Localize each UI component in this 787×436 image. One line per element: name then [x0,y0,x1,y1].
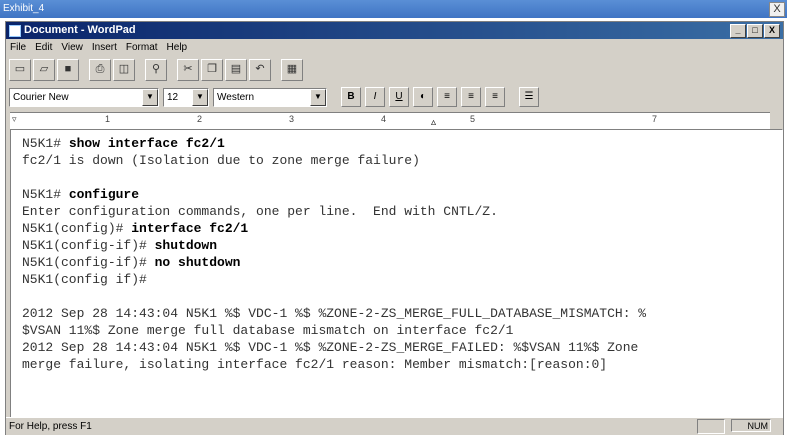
minimize-button[interactable]: _ [730,24,746,38]
underline-button[interactable]: U [389,87,409,107]
document-line: N5K1# show interface fc2/1 [22,136,225,151]
document-line: N5K1(config-if)# no shutdown [22,255,241,270]
menu-view[interactable]: View [61,40,83,56]
menu-help[interactable]: Help [167,40,188,56]
print-preview-icon[interactable]: ◫ [113,59,135,81]
document-line: merge failure, isolating interface fc2/1… [22,357,608,372]
document-line: 2012 Sep 28 14:43:04 N5K1 %$ VDC-1 %$ %Z… [22,340,639,355]
maximize-button[interactable]: □ [747,24,763,38]
ruler-mark: 1 [105,114,111,124]
status-pane [697,419,725,434]
script-select[interactable]: Western ▼ [213,87,327,107]
chevron-down-icon[interactable]: ▼ [142,88,158,106]
ruler-mark: 2 [197,114,203,124]
color-icon[interactable]: ◐ [413,87,433,107]
document-line: fc2/1 is down (Isolation due to zone mer… [22,153,420,168]
outer-window-titlebar: Exhibit_4 X [0,0,787,18]
size-value: 12 [167,91,179,103]
date-time-icon[interactable]: ▦ [281,59,303,81]
chevron-down-icon[interactable]: ▼ [310,88,326,106]
undo-icon[interactable]: ↶ [249,59,271,81]
menu-insert[interactable]: Insert [92,40,117,56]
paste-icon[interactable]: ▤ [225,59,247,81]
find-icon[interactable]: ⚲ [145,59,167,81]
align-right-icon[interactable]: ≡ [485,87,505,107]
indent-marker-icon[interactable]: ▿ [12,114,17,125]
status-text: For Help, press F1 [9,421,92,432]
menu-file[interactable]: File [10,40,26,56]
ruler-mark: 3 [289,114,295,124]
document-line: Enter configuration commands, one per li… [22,204,498,219]
font-value: Courier New [13,91,69,103]
menu-edit[interactable]: Edit [35,40,52,56]
document-line: N5K1(config if)# [22,272,147,287]
new-document-icon[interactable]: ▭ [9,59,31,81]
status-bar: For Help, press F1 NUM [6,417,783,435]
ruler[interactable]: ▿ 1 2 3 4 5 ▵ 7 [10,112,770,130]
num-lock-indicator: NUM [731,419,771,432]
outer-window-title: Exhibit_4 [3,3,45,14]
ruler-mark: 7 [652,114,658,124]
print-icon[interactable]: ⎙ [89,59,111,81]
document-line: 2012 Sep 28 14:43:04 N5K1 %$ VDC-1 %$ %Z… [22,306,647,321]
app-titlebar: Document - WordPad _ □ X [6,22,783,39]
copy-icon[interactable]: ❐ [201,59,223,81]
bold-button[interactable]: B [341,87,361,107]
align-center-icon[interactable]: ≡ [461,87,481,107]
bullets-icon[interactable]: ☰ [519,87,539,107]
outer-close-button[interactable]: X [769,2,785,17]
app-title: Document - WordPad [24,24,136,36]
ruler-mark: 5 [470,114,476,124]
open-folder-icon[interactable]: ▱ [33,59,55,81]
font-select[interactable]: Courier New ▼ [9,87,159,107]
italic-button[interactable]: I [365,87,385,107]
document-line: N5K1# configure [22,187,140,202]
document-line: N5K1(config)# interface fc2/1 [22,221,249,236]
close-button[interactable]: X [764,24,780,38]
ruler-mark: 4 [381,114,387,124]
align-left-icon[interactable]: ≡ [437,87,457,107]
wordpad-icon [9,25,21,37]
menu-bar: File Edit View Insert Format Help [6,40,187,56]
tab-stop-icon[interactable]: ▵ [431,117,436,128]
document-line: N5K1(config-if)# shutdown [22,238,218,253]
chevron-down-icon[interactable]: ▼ [192,88,208,106]
standard-toolbar: ▭ ▱ ■ ⎙ ◫ ⚲ ✂ ❐ ▤ ↶ ▦ [9,58,303,82]
document-line: $VSAN 11%$ Zone merge full database mism… [22,323,514,338]
save-icon[interactable]: ■ [57,59,79,81]
wordpad-window: Document - WordPad _ □ X File Edit View … [5,21,784,435]
cut-icon[interactable]: ✂ [177,59,199,81]
size-select[interactable]: 12 ▼ [163,87,209,107]
format-toolbar: Courier New ▼ 12 ▼ Western ▼ B I U ◐ ≡ ≡… [9,85,539,109]
document-area[interactable]: N5K1# show interface fc2/1 fc2/1 is down… [10,129,783,419]
menu-format[interactable]: Format [126,40,158,56]
script-value: Western [217,91,255,103]
